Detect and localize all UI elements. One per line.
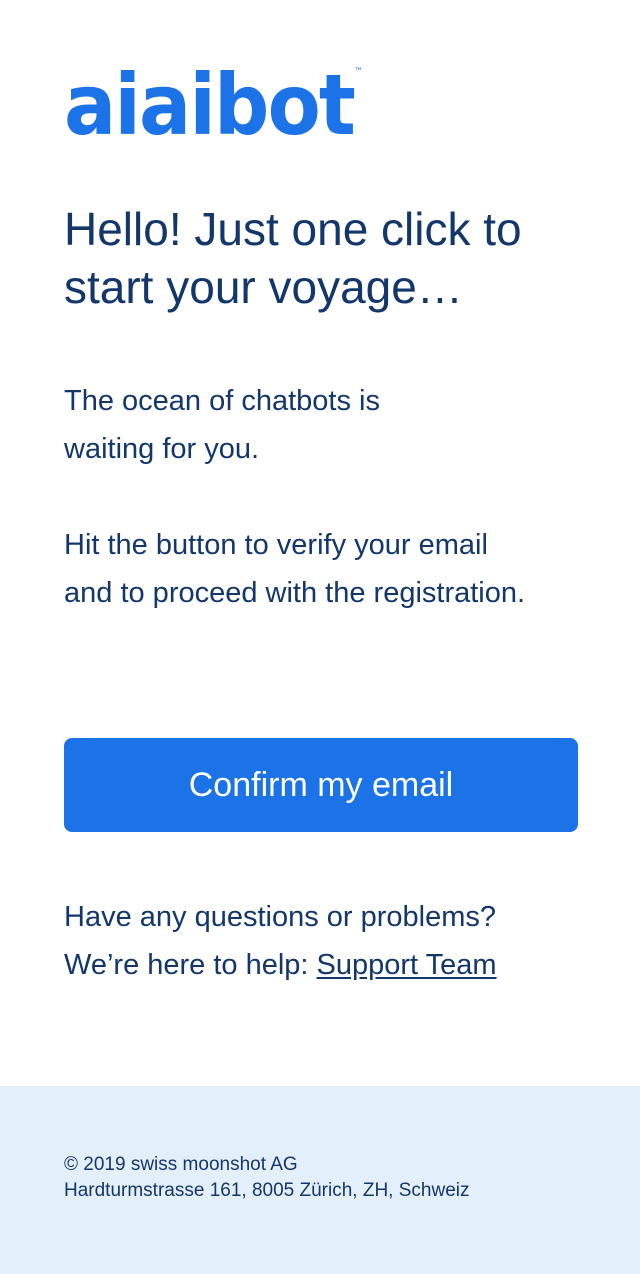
intro-paragraph: The ocean of chatbots is waiting for you… bbox=[64, 377, 444, 473]
help-line-2-prefix: We’re here to help: bbox=[64, 949, 317, 981]
help-line-1: Have any questions or problems? bbox=[64, 901, 497, 933]
headline: Hello! Just one click to start your voya… bbox=[64, 203, 522, 313]
instruction-line-2: and to proceed with the registration. bbox=[64, 577, 526, 609]
help-line-2: We’re here to help: Support Team bbox=[64, 941, 604, 989]
help-section: Have any questions or problems? We’re he… bbox=[64, 893, 604, 989]
intro-line-1: The ocean of chatbots is bbox=[64, 385, 380, 417]
confirm-email-button[interactable]: Confirm my email bbox=[64, 738, 578, 832]
intro-line-2: waiting for you. bbox=[64, 433, 260, 465]
email-page: aiaibot ™ Hello! Just one click to start… bbox=[0, 0, 640, 1274]
instruction-line-1: Hit the button to verify your email bbox=[64, 529, 488, 561]
logo-wordmark: aiaibot bbox=[64, 62, 355, 138]
footer-address: Hardturmstrasse 161, 8005 Zürich, ZH, Sc… bbox=[64, 1180, 470, 1201]
footer-copyright: © 2019 swiss moonshot AG bbox=[64, 1154, 298, 1175]
aiaibot-logo: aiaibot ™ bbox=[64, 62, 363, 138]
instruction-paragraph: Hit the button to verify your email and … bbox=[64, 521, 604, 617]
support-team-link[interactable]: Support Team bbox=[317, 949, 497, 981]
logo-trademark: ™ bbox=[354, 67, 363, 77]
